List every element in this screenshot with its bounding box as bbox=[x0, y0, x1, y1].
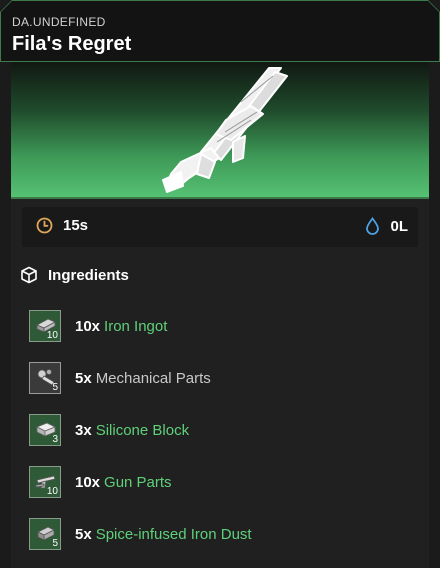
slot-count: 5 bbox=[52, 382, 58, 393]
ingredient-qty: 10x bbox=[75, 473, 101, 491]
craft-time-value: 15s bbox=[63, 217, 89, 234]
ingredient-name: Iron Ingot bbox=[104, 317, 168, 335]
ingredient-row[interactable]: 3 3x Silicone Block bbox=[29, 413, 189, 447]
water-drop-icon bbox=[366, 217, 380, 235]
slot-count: 5 bbox=[52, 538, 58, 549]
water-cost: 0L bbox=[365, 217, 408, 235]
ingredient-row[interactable]: 10 10x Iron Ingot bbox=[29, 309, 167, 343]
ingredient-row[interactable]: 10 10x Gun Parts bbox=[29, 465, 172, 499]
owner-label: DA.UNDEFINED bbox=[12, 15, 106, 29]
ingredient-qty: 3x bbox=[75, 421, 92, 439]
ingredient-qty: 5x bbox=[75, 525, 92, 543]
clock-icon bbox=[36, 217, 53, 234]
rifle-icon bbox=[162, 67, 288, 193]
ingredient-slot[interactable]: 3 bbox=[29, 414, 61, 446]
ingredient-row[interactable]: 5 5x Mechanical Parts bbox=[29, 361, 211, 395]
ingredient-slot[interactable]: 5 bbox=[29, 518, 61, 550]
ingredients-label: Ingredients bbox=[48, 266, 129, 284]
ingredient-row[interactable]: 5 5x Spice-infused Iron Dust bbox=[29, 517, 252, 551]
craft-time: 15s bbox=[36, 217, 88, 234]
water-cost-value: 0L bbox=[390, 217, 408, 235]
ingredient-slot[interactable]: 10 bbox=[29, 310, 61, 342]
ingredients-heading: Ingredients bbox=[20, 266, 129, 284]
slot-count: 10 bbox=[46, 330, 58, 341]
slot-count: 3 bbox=[52, 434, 58, 445]
ingredient-name: Spice-infused Iron Dust bbox=[95, 525, 252, 543]
preview-divider bbox=[11, 197, 429, 199]
ingredient-slot[interactable]: 10 bbox=[29, 466, 61, 498]
ingredient-slot[interactable]: 5 bbox=[29, 362, 61, 394]
slot-count: 10 bbox=[46, 486, 58, 497]
package-icon bbox=[21, 266, 37, 284]
item-title: Fila's Regret bbox=[12, 33, 132, 55]
ingredient-qty: 5x bbox=[75, 369, 92, 387]
ingredient-name: Gun Parts bbox=[104, 473, 172, 491]
ingredient-name: Silicone Block bbox=[95, 421, 190, 439]
ingredient-name: Mechanical Parts bbox=[95, 369, 211, 387]
stats-bar: 15s 0L bbox=[22, 207, 418, 247]
item-preview bbox=[11, 62, 429, 198]
ingredient-qty: 10x bbox=[75, 317, 101, 335]
